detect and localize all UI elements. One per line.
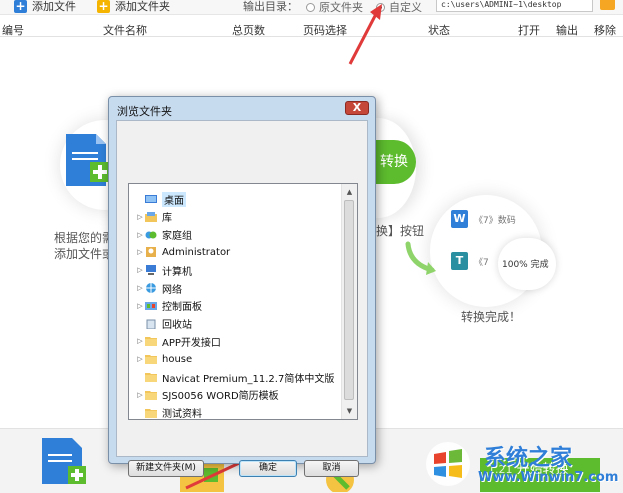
tree-item[interactable]: ▷ 网络	[129, 279, 345, 297]
add-folder-button[interactable]: + 添加文件夹	[97, 0, 170, 14]
top-toolbar: + 添加文件 + 添加文件夹 输出目录： 原文件夹 自定义 c:\users\A…	[0, 0, 623, 15]
tree-item-label: 测试资料	[162, 409, 202, 420]
word-file-icon: W	[451, 210, 468, 228]
dialog-title: 浏览文件夹	[117, 105, 172, 118]
radio-dot-icon	[306, 2, 315, 12]
col-output: 输出	[556, 24, 578, 37]
library-icon	[145, 211, 157, 222]
col-filename: 文件名称	[103, 24, 147, 37]
step1-line2: 添加文件或	[54, 247, 115, 261]
output-dir-label: 输出目录：	[243, 0, 298, 13]
computer-icon	[146, 265, 156, 276]
progress-text: 100% 完成	[502, 260, 549, 270]
plus-icon: +	[97, 0, 110, 13]
tree-item[interactable]: 桌面	[129, 190, 345, 208]
network-icon	[146, 283, 156, 293]
scroll-down-icon[interactable]: ▼	[344, 404, 355, 418]
tree-item-label: 控制面板	[162, 302, 202, 314]
scroll-up-icon[interactable]: ▲	[344, 185, 355, 199]
tree-item-label: 回收站	[162, 320, 192, 332]
tree-item-label: 桌面	[162, 191, 186, 207]
bottom-add-file-icon[interactable]	[40, 436, 90, 486]
expand-arrow-icon[interactable]: ▷	[135, 248, 145, 256]
tree-item[interactable]: ▷ SJS0056 WORD简历模板	[129, 386, 345, 404]
tree-item-label: house	[162, 353, 193, 365]
folder-icon	[145, 337, 157, 347]
tree-item-label: Administrator	[162, 246, 231, 258]
expand-arrow-icon[interactable]: ▷	[135, 337, 145, 345]
tree-item[interactable]: ▷ house	[129, 350, 345, 368]
add-file-label: 添加文件	[32, 0, 76, 13]
tree-item[interactable]: 测试资料	[129, 404, 345, 420]
step2-convert-graphic: 转换	[372, 140, 416, 184]
expand-arrow-icon[interactable]: ▷	[135, 231, 145, 239]
folder-icon	[145, 355, 157, 365]
tree-item-label: 网络	[162, 284, 182, 296]
dialog-close-button[interactable]: X	[345, 101, 369, 115]
step1-text: 根据您的需 添加文件或	[54, 230, 114, 262]
scroll-thumb[interactable]	[344, 200, 354, 400]
expand-arrow-icon[interactable]: ▷	[135, 302, 145, 310]
tree-item-label: 库	[162, 213, 172, 225]
file-list-header: 编号 文件名称 总页数 页码选择 状态 打开 输出 移除	[0, 18, 623, 37]
add-file-button[interactable]: + 添加文件	[14, 0, 76, 14]
step2-text: 换】按钮	[376, 224, 425, 238]
watermark-site-text: 系统之家	[484, 446, 573, 471]
tree-item[interactable]: ▷ 计算机	[129, 261, 345, 279]
tree-item[interactable]: Navicat Premium_11.2.7简体中文版	[129, 368, 345, 386]
file-card-text: T 《7	[451, 252, 489, 270]
tree-item[interactable]: ▷ 家庭组	[129, 226, 345, 244]
homegroup-icon	[145, 231, 157, 239]
step3-text: 转换完成！	[461, 310, 522, 324]
expand-arrow-icon[interactable]: ▷	[135, 213, 145, 221]
col-status: 状态	[428, 24, 450, 37]
watermark-url-text: Www.Winwin7.com	[478, 470, 619, 485]
tree-item-label: 计算机	[162, 266, 192, 278]
expand-arrow-icon[interactable]: ▷	[135, 266, 145, 274]
folder-icon	[145, 373, 157, 382]
tree-item-label: APP开发接口	[162, 337, 221, 349]
col-remove: 移除	[594, 24, 616, 37]
file1-name: 《7》数码	[474, 215, 516, 226]
tree-item[interactable]: ▷ 库	[129, 208, 345, 226]
tree-item[interactable]: ▷ 控制面板	[129, 297, 345, 315]
windows-logo-watermark	[426, 442, 470, 486]
expand-arrow-icon[interactable]: ▷	[135, 355, 145, 363]
col-total-pages: 总页数	[232, 24, 265, 37]
new-folder-button[interactable]: 新建文件夹(M)	[128, 460, 204, 477]
desktop-icon	[145, 195, 157, 203]
file-card-word: W 《7》数码	[451, 210, 516, 228]
folder-icon	[145, 390, 157, 400]
annotation-arrow-top	[348, 4, 382, 65]
expand-arrow-icon[interactable]: ▷	[135, 284, 145, 292]
tree-item[interactable]: ▷ APP开发接口	[129, 332, 345, 350]
col-open: 打开	[518, 24, 540, 37]
folder-icon	[145, 408, 157, 418]
user-icon	[146, 247, 156, 258]
text-file-icon: T	[451, 252, 468, 270]
tree-item[interactable]: 回收站	[129, 315, 345, 333]
file2-name: 《7	[474, 257, 489, 268]
tree-item[interactable]: ▷ Administrator	[129, 243, 345, 261]
output-path-field[interactable]: c:\users\ADMINI~1\desktop	[436, 0, 593, 12]
step1-line1: 根据您的需	[54, 231, 115, 245]
radio-custom-label: 自定义	[389, 1, 422, 14]
expand-arrow-icon[interactable]: ▷	[135, 391, 145, 399]
dialog-body: 桌面 ▷ 库 ▷ 家庭组 ▷ Administrator ▷ 计算机 ▷ 网络 ▷ 控制面板 回收站 ▷ AP…	[116, 120, 368, 477]
browse-folder-dialog: 浏览文件夹 X 桌面 ▷ 库 ▷ 家庭组 ▷ Administrator ▷ 计算机 ▷ 网络 ▷ 控制…	[108, 96, 376, 477]
browse-folder-button[interactable]	[600, 0, 615, 10]
recycle-bin-icon	[146, 319, 156, 329]
control-panel-icon	[145, 301, 157, 310]
tree-item-label: Navicat Premium_11.2.7简体中文版	[162, 373, 335, 385]
tree-item-label: 家庭组	[162, 231, 192, 243]
cancel-button[interactable]: 取消	[304, 460, 359, 477]
tree-scrollbar[interactable]: ▲ ▼	[341, 184, 357, 419]
curved-arrow-icon	[405, 241, 436, 275]
folder-tree[interactable]: 桌面 ▷ 库 ▷ 家庭组 ▷ Administrator ▷ 计算机 ▷ 网络 ▷ 控制面板 回收站 ▷ AP…	[128, 183, 358, 420]
add-folder-label: 添加文件夹	[115, 0, 170, 13]
col-number: 编号	[2, 24, 24, 37]
ok-button[interactable]: 确定	[239, 460, 297, 477]
plus-icon: +	[14, 0, 27, 13]
tree-item-label: SJS0056 WORD简历模板	[162, 391, 279, 403]
